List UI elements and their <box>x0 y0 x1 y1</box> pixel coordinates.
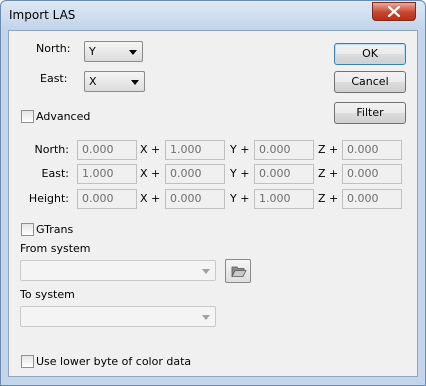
north-y-field[interactable]: 1.000 <box>165 140 225 160</box>
chevron-down-icon <box>131 80 139 85</box>
east-label: East: <box>40 72 68 85</box>
chevron-down-icon <box>202 315 210 320</box>
folder-open-icon <box>231 266 247 277</box>
east-select[interactable]: X <box>84 71 145 92</box>
north-x-field[interactable]: 0.000 <box>77 140 137 160</box>
height-x-field[interactable]: 0.000 <box>77 189 137 209</box>
cancel-button[interactable]: Cancel <box>334 71 406 93</box>
east-select-value: X <box>89 75 97 88</box>
op-x-plus: X + <box>140 192 161 205</box>
op-x-plus: X + <box>140 143 161 156</box>
north-label: North: <box>36 42 71 55</box>
filter-button[interactable]: Filter <box>334 102 406 124</box>
dialog-body: North: Y East: X OK Cancel Filter Advanc… <box>8 30 418 377</box>
lower-byte-label: Use lower byte of color data <box>36 355 192 368</box>
advanced-label: Advanced <box>36 110 91 123</box>
north-z-field[interactable]: 0.000 <box>254 140 314 160</box>
north-offset-field[interactable]: 0.000 <box>342 140 402 160</box>
to-system-select[interactable] <box>20 306 216 327</box>
close-button[interactable] <box>372 2 416 21</box>
title-bar: Import LAS <box>1 1 425 30</box>
window-title: Import LAS <box>9 8 76 22</box>
gtrans-label: GTrans <box>36 223 74 236</box>
height-y-field[interactable]: 0.000 <box>165 189 225 209</box>
height-offset-field[interactable]: 0.000 <box>342 189 402 209</box>
matrix-north-label: North: <box>34 143 69 156</box>
east-x-field[interactable]: 1.000 <box>77 164 137 184</box>
to-system-label: To system <box>20 288 75 301</box>
east-offset-field[interactable]: 0.000 <box>342 164 402 184</box>
north-select[interactable]: Y <box>84 41 143 62</box>
from-system-select[interactable] <box>20 260 216 281</box>
op-y-plus: Y + <box>230 143 250 156</box>
close-icon <box>388 6 400 17</box>
gtrans-checkbox[interactable] <box>21 223 34 236</box>
north-select-value: Y <box>89 45 96 58</box>
import-las-dialog: Import LAS North: Y East: X OK Cancel Fi… <box>0 0 426 386</box>
chevron-down-icon <box>202 269 210 274</box>
matrix-height-label: Height: <box>28 192 69 205</box>
op-z-plus: Z + <box>318 167 339 180</box>
ok-button[interactable]: OK <box>334 43 406 65</box>
lower-byte-checkbox[interactable] <box>21 355 34 368</box>
east-y-field[interactable]: 0.000 <box>165 164 225 184</box>
op-y-plus: Y + <box>230 167 250 180</box>
advanced-checkbox[interactable] <box>21 110 34 123</box>
op-z-plus: Z + <box>318 192 339 205</box>
chevron-down-icon <box>129 50 137 55</box>
height-z-field[interactable]: 1.000 <box>254 189 314 209</box>
matrix-east-label: East: <box>41 167 69 180</box>
op-x-plus: X + <box>140 167 161 180</box>
from-system-label: From system <box>20 242 91 255</box>
op-y-plus: Y + <box>230 192 250 205</box>
op-z-plus: Z + <box>318 143 339 156</box>
browse-system-button[interactable] <box>225 259 251 283</box>
east-z-field[interactable]: 0.000 <box>254 164 314 184</box>
